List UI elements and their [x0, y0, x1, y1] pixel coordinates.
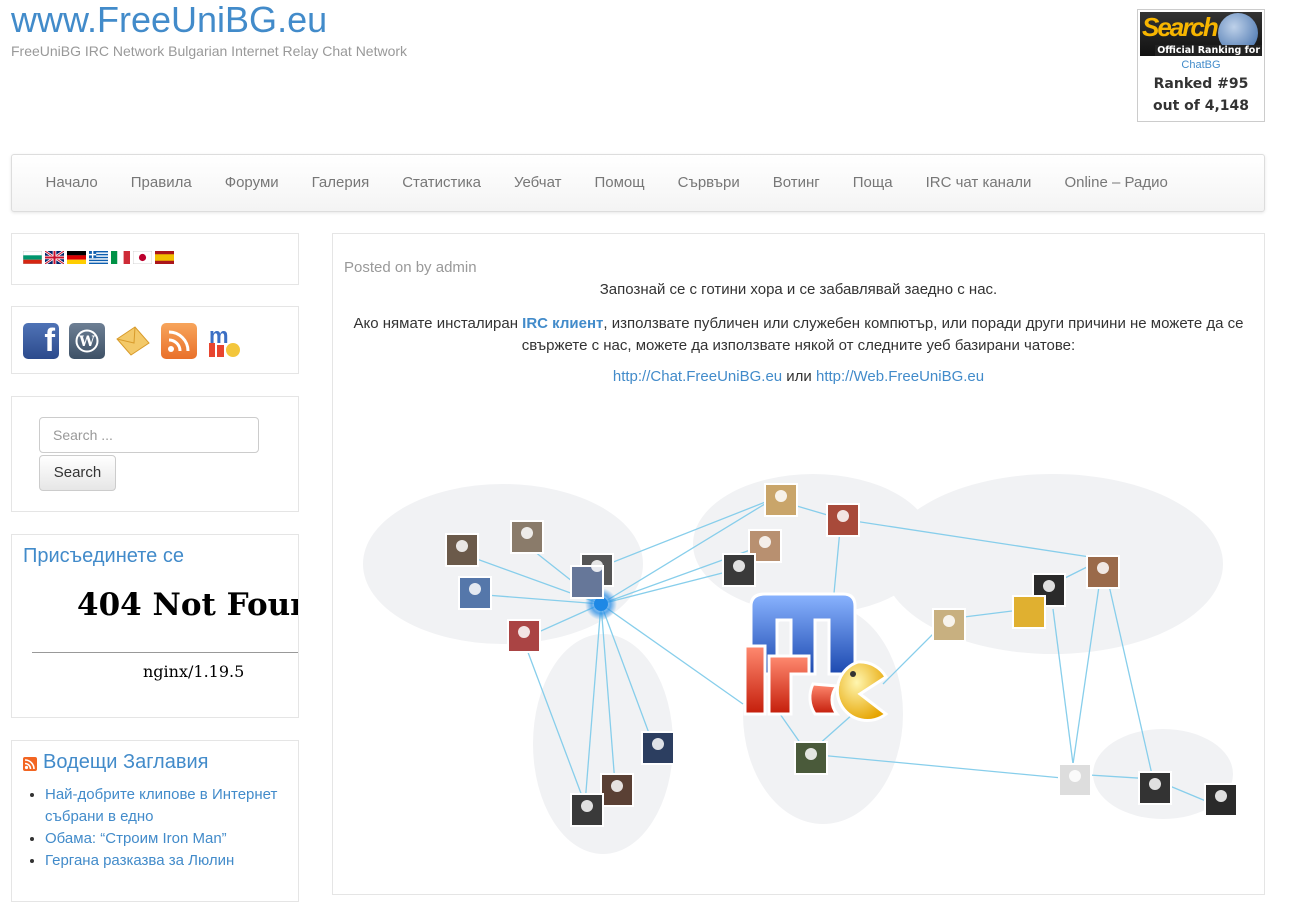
not-found-heading: 404 Not Found: [77, 587, 298, 623]
news-title: Водещи Заглавия: [43, 751, 209, 773]
web-link[interactable]: http://Web.FreeUniBG.eu: [816, 368, 984, 385]
post-intro: Запознай се с готини хора и се забавлява…: [599, 281, 998, 298]
nav-item-rules[interactable]: Правила: [114, 155, 208, 210]
nav-item-irc-channels[interactable]: IRC чат канали: [909, 155, 1048, 210]
nav-item-statistics[interactable]: Статистика: [386, 155, 498, 210]
join-title: Присъединете се: [23, 545, 184, 567]
nav-item-online-radio[interactable]: Online – Радио: [1048, 155, 1184, 210]
english-flag-icon[interactable]: [45, 251, 64, 264]
search-widget: Search ... Search: [11, 396, 299, 512]
svg-text:W: W: [78, 334, 95, 350]
news-item[interactable]: Най-добрите клипове в Интернет събрани в…: [45, 784, 298, 828]
language-flags-widget: [11, 233, 299, 285]
divider: [32, 652, 298, 653]
nav-item-mail[interactable]: Поща: [836, 155, 909, 210]
site-description: FreeUniBG IRC Network Bulgarian Internet…: [11, 43, 408, 59]
server-version: nginx/1.19.5: [143, 662, 245, 681]
news-list: Най-добрите клипове в Интернет събрани в…: [12, 784, 298, 872]
italian-flag-icon[interactable]: [111, 251, 130, 264]
rank-category: ChatBG: [1181, 59, 1221, 71]
social-links-widget: f W m: [11, 306, 299, 374]
search-input[interactable]: Search ...: [39, 417, 259, 453]
rss-feed-icon[interactable]: [161, 323, 197, 359]
search-bg-logo: Search Official Ranking for: [1140, 12, 1262, 56]
irc-network-illustration: [363, 474, 1238, 854]
irc-client-link[interactable]: IRC клиент: [522, 315, 603, 332]
rank-position: Ranked #95: [1153, 76, 1249, 92]
nav-item-home[interactable]: Начало: [29, 155, 114, 210]
news-item[interactable]: Гергана разказва за Люлин: [45, 850, 298, 872]
join-widget: Присъединете се 404 Not Found nginx/1.19…: [11, 534, 299, 718]
nav-item-gallery[interactable]: Галерия: [295, 155, 386, 210]
webchat-links: http://Chat.FreeUniBG.eu или http://Web.…: [612, 368, 985, 385]
nav-item-webchat[interactable]: Уебчат: [497, 155, 578, 210]
nav-item-help[interactable]: Помощ: [578, 155, 661, 210]
search-button[interactable]: Search: [39, 455, 116, 491]
main-navigation: Начало Правила Форуми Галерия Статистика…: [11, 154, 1265, 212]
nav-item-forums[interactable]: Форуми: [208, 155, 295, 210]
german-flag-icon[interactable]: [67, 251, 86, 264]
chat-link[interactable]: http://Chat.FreeUniBG.eu: [613, 368, 782, 385]
nav-item-voting[interactable]: Вотинг: [756, 155, 836, 210]
email-icon[interactable]: [115, 323, 151, 359]
news-item[interactable]: Обама: “Строим Iron Man”: [45, 828, 298, 850]
site-title[interactable]: www.FreeUniBG.eu: [11, 0, 327, 40]
wordpress-icon[interactable]: W: [69, 323, 105, 359]
rank-total: out of 4,148: [1152, 98, 1250, 114]
facebook-icon[interactable]: f: [23, 322, 59, 359]
greek-flag-icon[interactable]: [89, 251, 108, 264]
post-paragraph: Ако нямате инсталиран IRC клиент, използ…: [353, 315, 1244, 354]
spanish-flag-icon[interactable]: [155, 251, 174, 264]
bulgarian-flag-icon[interactable]: [23, 251, 42, 264]
mirc-icon[interactable]: m: [207, 323, 243, 359]
nav-item-servers[interactable]: Сървъри: [661, 155, 756, 210]
post-meta: Posted on by admin: [344, 259, 477, 276]
ranking-badge[interactable]: Search Official Ranking for ChatBG Ranke…: [1137, 9, 1265, 122]
rss-icon[interactable]: [23, 756, 37, 771]
japanese-flag-icon[interactable]: [133, 251, 152, 264]
post-content: Posted on by admin Запознай се с готини …: [332, 233, 1265, 895]
